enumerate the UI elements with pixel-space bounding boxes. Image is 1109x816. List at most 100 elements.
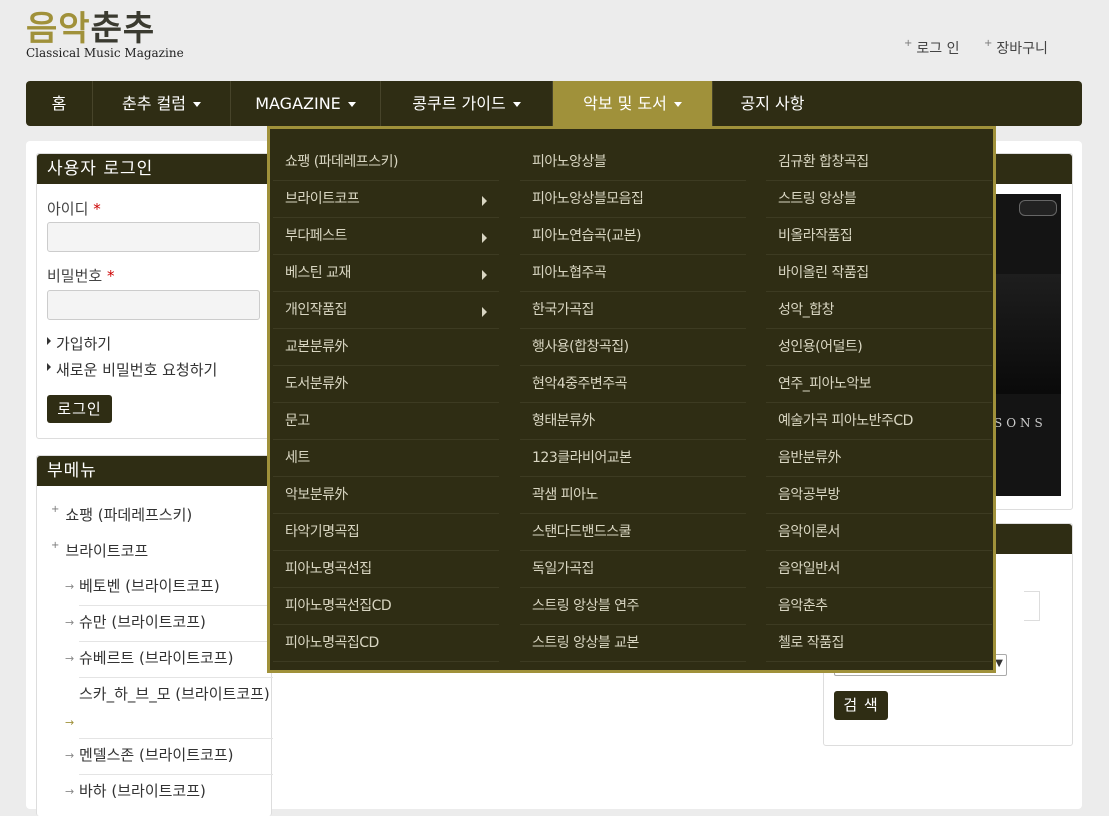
dropdown-item-label: 첼로 작품집 [778, 635, 844, 651]
nav-concours-guide[interactable]: 콩쿠르 가이드 [381, 81, 553, 126]
id-input[interactable] [47, 222, 260, 252]
dropdown-item-label: 현악4중주변주곡 [532, 376, 628, 392]
register-link[interactable]: 가입하기 [47, 333, 111, 354]
dropdown-item[interactable]: 개인작품집 [273, 292, 499, 329]
dropdown-item[interactable]: 스탠다드밴드스쿨 [520, 514, 746, 551]
dropdown-item-label: 교본분류外 [285, 339, 349, 355]
dropdown-item[interactable]: 악보분류外 [273, 477, 499, 514]
dropdown-item-label: 연주_피아노악보 [778, 376, 872, 392]
dropdown-item[interactable]: 음악춘추 [766, 588, 992, 625]
nav-scores-books[interactable]: 악보 및 도서 [553, 81, 713, 126]
dropdown-item-label: 피아노명곡집CD [285, 635, 379, 651]
login-button[interactable]: 로그인 [47, 395, 112, 423]
dropdown-item[interactable]: 음악공부방 [766, 477, 992, 514]
dropdown-item[interactable]: 독일가곡집 [520, 551, 746, 588]
login-link[interactable]: + 로그 인 [904, 38, 969, 57]
dropdown-item[interactable]: 스트링 앙상블 연주 [520, 588, 746, 625]
dropdown-item-label: 피아노명곡선집 [285, 561, 372, 577]
nav-home[interactable]: 홈 [26, 81, 93, 126]
dropdown-item[interactable]: 음악이론서 [766, 514, 992, 551]
submenu-child-ska-ha-b-mo[interactable]: → 스카_하_브_모 (브라이트코프) [65, 680, 273, 739]
password-label-text: 비밀번호 [47, 267, 103, 285]
dropdown-item[interactable]: 피아노명곡선집 [273, 551, 499, 588]
dropdown-item[interactable]: 피아노명곡집CD [273, 625, 499, 662]
new-password-link[interactable]: 새로운 비밀번호 요청하기 [47, 359, 217, 380]
dropdown-item[interactable]: 피아노협주곡 [520, 255, 746, 292]
dropdown-item[interactable]: 피아노앙상블모음집 [520, 181, 746, 218]
arrow-right-icon: → [65, 616, 75, 629]
dropdown-item[interactable]: 한국가곡집 [520, 292, 746, 329]
main-navbar: 홈 춘추 컬럼 MAGAZINE 콩쿠르 가이드 악보 및 도서 공지 사항 [26, 81, 1082, 126]
dropdown-item-label: 곽샘 피아노 [532, 487, 598, 503]
dropdown-column-2: 피아노앙상블 피아노앙상블모음집 피아노연습곡(교본) 피아노협주곡 한국가곡집 행사용(… [520, 144, 746, 662]
dropdown-item[interactable]: 교본분류外 [273, 329, 499, 366]
dropdown-item-label: 예술가곡 피아노반주CD [778, 413, 913, 429]
submenu-child-beethoven[interactable]: → 베토벤 (브라이트코프) [65, 572, 273, 606]
plus-icon: + [51, 540, 60, 551]
dropdown-item[interactable]: 바이올린 작품집 [766, 255, 992, 292]
plus-icon: + [904, 38, 913, 49]
dropdown-item[interactable]: 음반분류外 [766, 440, 992, 477]
dropdown-item[interactable]: 스트링 앙상블 [766, 181, 992, 218]
piano-banner-image[interactable]: SONS [994, 194, 1061, 496]
dropdown-item[interactable]: 브라이트코프 [273, 181, 499, 218]
dropdown-item[interactable]: 부다페스트 [273, 218, 499, 255]
dropdown-item[interactable]: 김규환 합창곡집 [766, 144, 992, 181]
dropdown-item-label: 스트링 앙상블 교본 [532, 635, 639, 651]
dropdown-item-label: 음악일반서 [778, 561, 840, 577]
submenu-item-label: 쇼팽 (파데레프스키) [65, 506, 193, 524]
caret-down-icon [512, 102, 521, 107]
search-button[interactable]: 검 색 [834, 691, 888, 720]
site-logo[interactable]: 음악춘추 Classical Music Magazine [26, 10, 184, 60]
dropdown-item[interactable]: 성인용(어덜트) [766, 329, 992, 366]
dropdown-item-label: 개인작품집 [285, 302, 347, 318]
nav-label: 악보 및 도서 [583, 94, 667, 113]
dropdown-item[interactable]: 문고 [273, 403, 499, 440]
submenu-child-bach[interactable]: → 바하 (브라이트코프) [65, 777, 273, 810]
dropdown-item[interactable]: 쇼팽 (파데레프스키) [273, 144, 499, 181]
dropdown-item[interactable]: 피아노앙상블 [520, 144, 746, 181]
dropdown-item[interactable]: 행사용(합창곡집) [520, 329, 746, 366]
dropdown-item[interactable]: 베스틴 교재 [273, 255, 499, 292]
dropdown-item[interactable]: 성악_합창 [766, 292, 992, 329]
submenu-item-label: 브라이트코프 [65, 542, 149, 560]
submenu-item-chopin[interactable]: + 쇼팽 (파데레프스키) [51, 504, 192, 525]
dropdown-item[interactable]: 형태분류外 [520, 403, 746, 440]
dropdown-item[interactable]: 피아노명곡선집CD [273, 588, 499, 625]
nav-notice[interactable]: 공지 사항 [713, 81, 832, 126]
logo-badge-icon [1019, 200, 1057, 216]
dropdown-item[interactable]: 123클라비어교본 [520, 440, 746, 477]
dropdown-item[interactable]: 타악기명곡집 [273, 514, 499, 551]
nav-column[interactable]: 춘추 컬럼 [93, 81, 231, 126]
dropdown-item[interactable]: 피아노연습곡(교본) [520, 218, 746, 255]
arrow-right-icon: → [65, 749, 75, 762]
submenu-child-label: 슈만 (브라이트코프) [79, 613, 206, 631]
dropdown-item-label: 음악춘추 [778, 598, 828, 614]
dropdown-item[interactable]: 곽샘 피아노 [520, 477, 746, 514]
dropdown-item[interactable]: 연주_피아노악보 [766, 366, 992, 403]
submenu-child-schumann[interactable]: → 슈만 (브라이트코프) [65, 608, 273, 642]
nav-magazine[interactable]: MAGAZINE [231, 81, 381, 126]
search-input[interactable] [1024, 591, 1040, 621]
dropdown-item[interactable]: 예술가곡 피아노반주CD [766, 403, 992, 440]
dropdown-item[interactable]: 현악4중주변주곡 [520, 366, 746, 403]
submenu-item-breitkopf[interactable]: + 브라이트코프 [51, 540, 148, 561]
submenu-child-mendelssohn[interactable]: → 멘델스존 (브라이트코프) [65, 741, 273, 775]
dropdown-item-label: 부다페스트 [285, 228, 347, 244]
dropdown-item[interactable]: 스트링 앙상블 교본 [520, 625, 746, 662]
submenu-child-schubert[interactable]: → 슈베르트 (브라이트코프) [65, 644, 273, 678]
password-input[interactable] [47, 290, 260, 320]
top-links: + 로그 인 + 장바구니 [904, 38, 1068, 58]
scores-books-dropdown: 쇼팽 (파데레프스키) 브라이트코프부다페스트베스틴 교재개인작품집교본분류外 도서… [267, 126, 996, 673]
dropdown-item-label: 세트 [285, 450, 310, 466]
dropdown-item[interactable]: 첼로 작품집 [766, 625, 992, 662]
dropdown-item[interactable]: 도서분류外 [273, 366, 499, 403]
dropdown-item[interactable]: 음악일반서 [766, 551, 992, 588]
dropdown-item[interactable]: 비올라작품집 [766, 218, 992, 255]
dropdown-item-label: 문고 [285, 413, 310, 429]
dropdown-item-label: 베스틴 교재 [285, 265, 351, 281]
dropdown-item[interactable]: 세트 [273, 440, 499, 477]
caret-down-icon [673, 102, 682, 107]
submenu-child-label: 스카_하_브_모 (브라이트코프) [79, 685, 270, 703]
cart-link[interactable]: + 장바구니 [984, 38, 1058, 57]
